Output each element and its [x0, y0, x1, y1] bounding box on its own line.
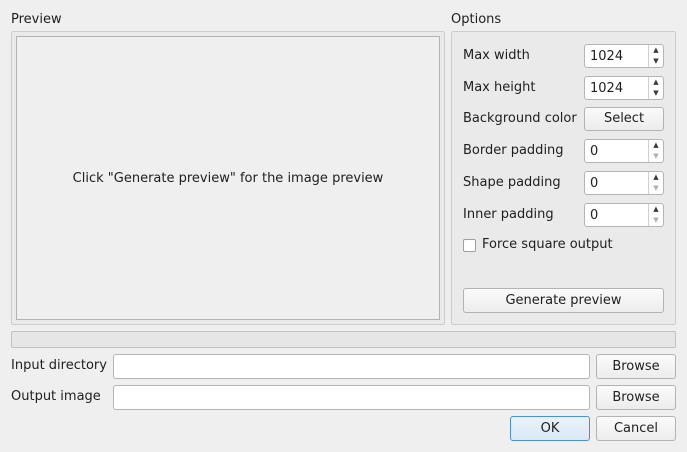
triangle-down-icon[interactable]: ▼: [649, 151, 663, 162]
triangle-down-icon[interactable]: ▼: [649, 215, 663, 226]
output-image-label: Output image: [11, 389, 101, 404]
inner-padding-spinbox[interactable]: 0 ▲ ▼: [584, 203, 664, 227]
force-square-checkbox[interactable]: [463, 239, 476, 252]
max-height-label: Max height: [463, 80, 536, 95]
triangle-up-icon[interactable]: ▲: [649, 77, 663, 88]
triangle-down-icon[interactable]: ▼: [649, 56, 663, 67]
generate-preview-button[interactable]: Generate preview: [463, 288, 664, 313]
inner-padding-label: Inner padding: [463, 207, 554, 222]
max-height-spinbox[interactable]: 1024 ▲ ▼: [584, 76, 664, 100]
border-padding-value[interactable]: 0: [590, 143, 598, 160]
shape-padding-spinbox[interactable]: 0 ▲ ▼: [584, 171, 664, 195]
select-color-button[interactable]: Select: [584, 107, 664, 131]
max-width-label: Max width: [463, 48, 530, 63]
force-square-label[interactable]: Force square output: [482, 237, 613, 253]
triangle-up-icon[interactable]: ▲: [649, 140, 663, 151]
shape-padding-label: Shape padding: [463, 175, 561, 190]
triangle-up-icon[interactable]: ▲: [649, 204, 663, 215]
border-padding-label: Border padding: [463, 143, 564, 158]
shape-padding-value[interactable]: 0: [590, 175, 598, 192]
input-directory-label: Input directory: [11, 358, 107, 373]
preview-section-title: Preview: [11, 12, 62, 27]
ok-button[interactable]: OK: [510, 416, 590, 441]
preview-placeholder-text: Click "Generate preview" for the image p…: [72, 170, 384, 186]
triangle-down-icon[interactable]: ▼: [649, 183, 663, 194]
input-directory-field[interactable]: [113, 354, 590, 379]
browse-input-button[interactable]: Browse: [596, 354, 676, 379]
output-image-field[interactable]: [113, 385, 590, 410]
inner-padding-value[interactable]: 0: [590, 207, 598, 224]
progress-bar: [11, 331, 676, 348]
max-width-spinbox[interactable]: 1024 ▲ ▼: [584, 44, 664, 68]
options-section-title: Options: [451, 12, 502, 27]
triangle-up-icon[interactable]: ▲: [649, 45, 663, 56]
triangle-up-icon[interactable]: ▲: [649, 172, 663, 183]
background-color-label: Background color: [463, 111, 577, 126]
max-height-value[interactable]: 1024: [590, 80, 623, 97]
border-padding-spinbox[interactable]: 0 ▲ ▼: [584, 139, 664, 163]
preview-area: Click "Generate preview" for the image p…: [16, 36, 440, 320]
cancel-button[interactable]: Cancel: [596, 416, 676, 441]
max-width-value[interactable]: 1024: [590, 48, 623, 65]
browse-output-button[interactable]: Browse: [596, 385, 676, 410]
triangle-down-icon[interactable]: ▼: [649, 88, 663, 99]
